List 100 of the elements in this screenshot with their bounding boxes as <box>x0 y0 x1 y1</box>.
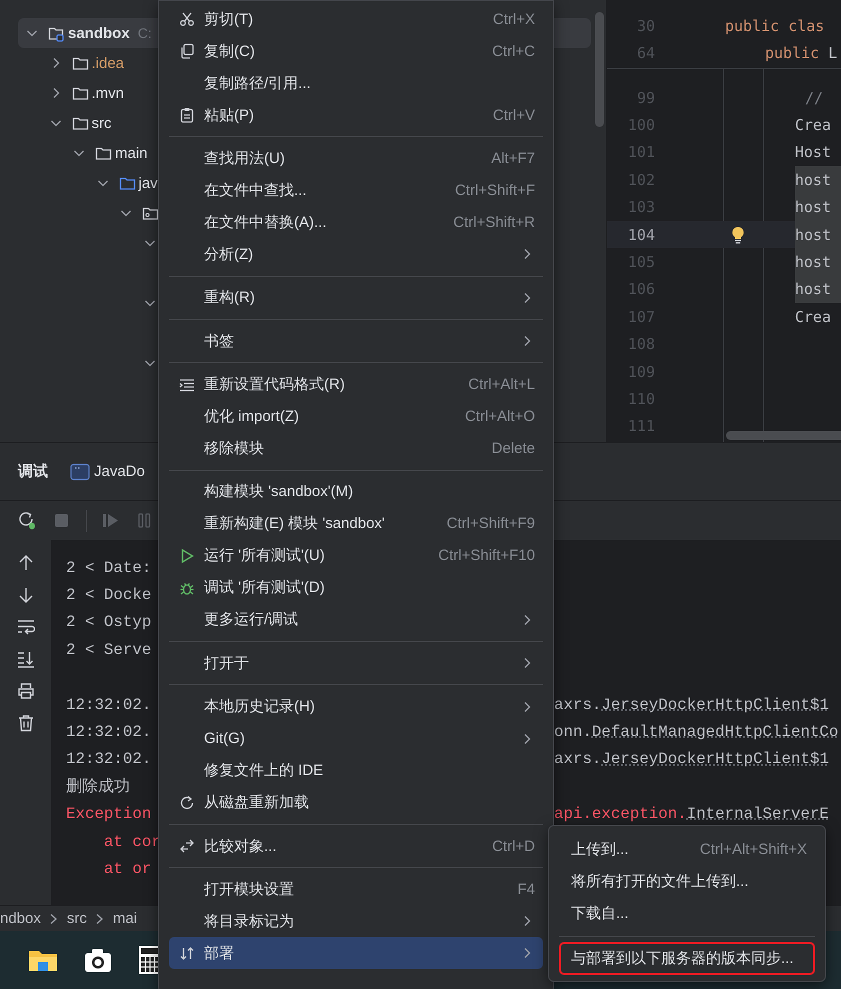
soft-wrap-icon[interactable] <box>16 618 34 636</box>
camera-icon[interactable] <box>84 947 112 973</box>
menu-item-label: 粘贴(P) <box>204 106 255 124</box>
window-icon <box>70 462 90 480</box>
menu-item[interactable]: 打开于 <box>169 647 543 680</box>
menu-item[interactable]: 本地历史记录(H) <box>169 690 543 723</box>
menu-item-label: 比较对象... <box>204 836 278 856</box>
menu-item[interactable]: 优化 import(Z) Ctrl+Alt+O <box>169 400 543 432</box>
tree-item-label[interactable]: src <box>92 114 112 132</box>
arrow-down-icon[interactable] <box>16 586 34 604</box>
menu-item-label: 上传到... <box>571 840 630 859</box>
console-text: 2 < Date: <box>66 558 152 577</box>
menu-item[interactable]: 书签 <box>169 325 543 358</box>
menu-item[interactable]: 上传到... Ctrl+Alt+Shift+X <box>559 833 815 866</box>
menu-item-label: 分析(Z) <box>204 244 254 264</box>
menu-item-label: 调试 '所有测试'(D) <box>204 578 326 598</box>
menu-item[interactable]: 剪切(T) Ctrl+X <box>169 3 543 35</box>
menu-item[interactable]: 修复文件上的 IDE <box>169 754 543 787</box>
rerun-debug-icon[interactable] <box>18 510 38 530</box>
menu-item-label: 查找用法(U) <box>204 148 286 168</box>
menu-item-label: 复制路径/引用... <box>204 74 312 92</box>
scrollbar[interactable] <box>595 12 604 127</box>
printer-icon[interactable] <box>16 682 34 700</box>
menu-item-label: 与部署到以下服务器的版本同步... <box>571 948 795 968</box>
console-text: axrs. <box>554 696 602 714</box>
menu-item[interactable]: 移除模块 Delete <box>169 432 543 464</box>
menu-item-label: 打开于 <box>204 654 250 673</box>
menu-item[interactable]: 复制路径/引用... <box>169 67 543 99</box>
menu-item-label: 修复文件上的 IDE <box>204 761 324 780</box>
menu-item[interactable]: 将所有打开的文件上传到... <box>559 865 815 898</box>
menu-item[interactable]: 将目录标记为 <box>169 905 543 938</box>
breadcrumb-item[interactable]: src <box>66 910 87 927</box>
menu-item[interactable]: 重新构建(E) 模块 'sandbox' Ctrl+Shift+F9 <box>169 508 543 540</box>
code-text: public L <box>765 44 838 62</box>
menu-item[interactable]: 部署 <box>169 937 543 970</box>
shortcut-text: Ctrl+Shift+F10 <box>438 547 535 564</box>
menu-item[interactable]: 粘贴(P) Ctrl+V <box>169 99 543 131</box>
breadcrumb-item[interactable]: mai <box>112 910 138 927</box>
console-text: at or <box>102 860 152 878</box>
menu-item[interactable]: 运行 '所有测试'(U) Ctrl+Shift+F10 <box>169 540 543 572</box>
breadcrumb-item[interactable]: ndbox <box>0 910 41 927</box>
menu-item[interactable]: 重构(R) <box>169 282 543 314</box>
tree-item-label[interactable]: main <box>115 144 148 162</box>
console-text: onn. <box>554 723 592 742</box>
menu-item-label: 复制(C) <box>204 42 256 60</box>
play-icon <box>179 548 195 564</box>
console-link[interactable]: JerseyDockerHttpClient$1 <box>601 750 829 768</box>
menu-item[interactable]: 在文件中替换(A)... Ctrl+Shift+R <box>169 206 543 238</box>
shortcut-text: Ctrl+Alt+L <box>468 376 535 393</box>
menu-item[interactable]: Git(G) <box>169 722 543 755</box>
menu-item[interactable]: 从磁盘重新加载 <box>169 786 543 819</box>
menu-item-label: 运行 '所有测试'(U) <box>204 546 326 566</box>
arrow-up-icon[interactable] <box>16 554 34 572</box>
menu-item-label: 将目录标记为 <box>204 912 295 931</box>
menu-item[interactable]: 下载自... <box>559 898 815 930</box>
scroll-to-end-icon[interactable] <box>16 650 34 668</box>
menu-item-label: 部署 <box>204 944 235 963</box>
menu-item-label: 重构(R) <box>204 288 256 308</box>
trash-icon[interactable] <box>16 714 34 732</box>
menu-item[interactable]: 打开模块设置 F4 <box>169 873 543 906</box>
clipboard-icon <box>179 107 195 123</box>
refresh-icon <box>179 794 195 811</box>
console-link[interactable]: InternalServerE <box>686 805 829 824</box>
menu-item[interactable]: 查找用法(U) Alt+F7 <box>169 142 543 174</box>
scrollbar[interactable] <box>726 431 841 440</box>
menu-item[interactable]: 与部署到以下服务器的版本同步... <box>559 942 815 975</box>
tree-item-label[interactable]: .idea <box>92 54 124 72</box>
shortcut-text: Ctrl+Shift+R <box>453 214 535 231</box>
console-text: axrs. <box>554 750 602 768</box>
menu-item[interactable]: 调试 '所有测试'(D) <box>169 572 543 604</box>
console-text: 2 < Serve <box>66 640 152 659</box>
shortcut-text: Ctrl+X <box>492 10 535 28</box>
shortcut-text: Ctrl+Shift+F9 <box>446 515 535 532</box>
menu-item[interactable]: 重新设置代码格式(R) Ctrl+Alt+L <box>169 368 543 400</box>
menu-item[interactable]: 更多运行/调试 <box>169 604 543 636</box>
tree-item-label[interactable]: jav <box>138 174 158 192</box>
console-link[interactable]: JerseyDockerHttpClient$1 <box>601 696 829 714</box>
menu-item-label: 将所有打开的文件上传到... <box>571 872 750 892</box>
shortcut-text: Ctrl+Alt+O <box>464 408 535 425</box>
tab[interactable]: JavaDo <box>70 462 145 480</box>
console-text: 2 < Ostyp <box>66 613 152 632</box>
menu-item[interactable]: 构建模块 'sandbox'(M) <box>169 476 543 508</box>
menu-item[interactable]: 分析(Z) <box>169 238 543 270</box>
code-text: host <box>795 220 841 248</box>
code-text: public clas <box>725 16 824 34</box>
console-link[interactable]: DefaultManagedHttpClientCo <box>592 723 838 742</box>
tree-item-label[interactable]: sandbox <box>68 24 130 42</box>
menu-item-label: 剪切(T) <box>204 10 254 28</box>
tab[interactable]: 调试 <box>18 462 48 481</box>
console-text: api.exception. <box>554 805 687 824</box>
menu-item-label: 重新设置代码格式(R) <box>204 375 346 394</box>
menu-item[interactable]: 复制(C) Ctrl+C <box>169 35 543 67</box>
menu-item[interactable]: 在文件中查找... Ctrl+Shift+F <box>169 174 543 206</box>
tree-item-label[interactable]: .mvn <box>92 84 124 102</box>
menu-item[interactable]: 比较对象... Ctrl+D <box>169 830 543 862</box>
shortcut-text: Delete <box>492 440 535 457</box>
console-text: 12:32:02. <box>66 696 152 714</box>
shortcut-text: Alt+F7 <box>491 150 535 167</box>
up-down-arrows-icon <box>179 945 195 962</box>
lightbulb-icon[interactable] <box>731 226 745 244</box>
